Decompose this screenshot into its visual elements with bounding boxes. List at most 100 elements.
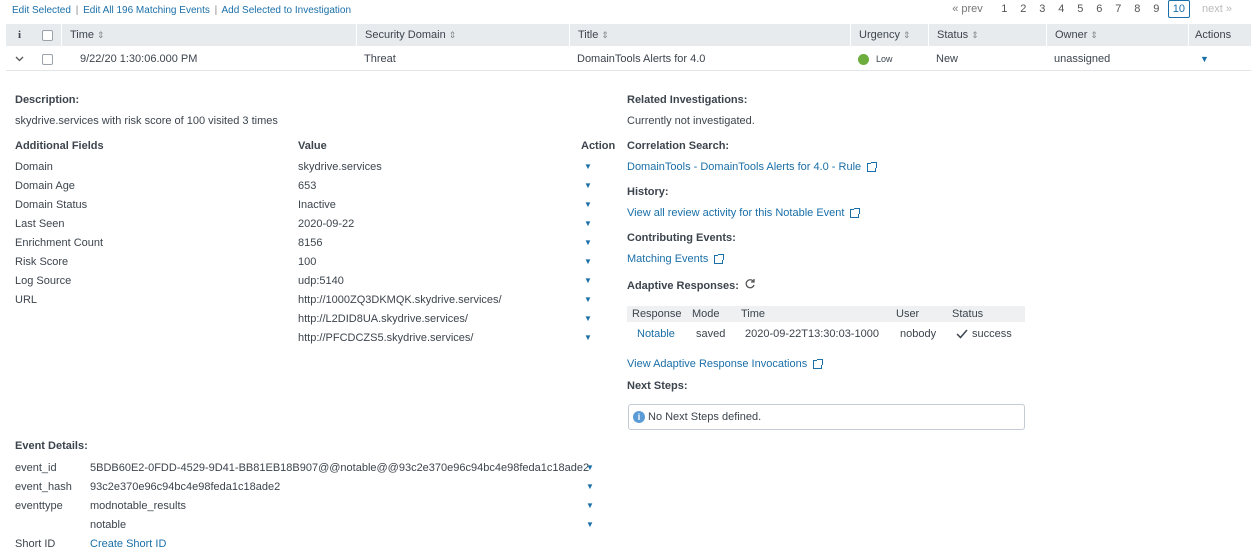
status-header-label: Status	[937, 29, 969, 41]
next-page-button: next »	[1202, 3, 1232, 15]
ar-response-link[interactable]: Notable	[627, 322, 687, 346]
field-value: http://L2DID8UA.skydrive.services/	[298, 313, 468, 325]
separator: |	[214, 5, 218, 16]
urgency-low-icon	[858, 54, 869, 66]
description-label: Description:	[15, 94, 80, 106]
field-action-dropdown-icon[interactable]: ▼	[584, 200, 592, 209]
field-action-dropdown-icon[interactable]: ▼	[584, 314, 592, 323]
owner-column-header[interactable]: Owner ⇕	[1046, 24, 1188, 46]
event-field-action-dropdown-icon[interactable]: ▼	[586, 501, 594, 510]
page-1-button[interactable]: 1	[995, 0, 1014, 18]
table-row: 9/22/20 1:30:06.000 PM Threat DomainTool…	[6, 47, 1251, 71]
correlation-search-link[interactable]: DomainTools - DomainTools Alerts for 4.0…	[627, 161, 878, 173]
action-header: Action	[581, 140, 616, 152]
ar-user: nobody	[900, 328, 937, 340]
external-link-icon	[867, 161, 878, 172]
field-value: 100	[298, 256, 317, 268]
field-action-dropdown-icon[interactable]: ▼	[584, 257, 592, 266]
history-link[interactable]: View all review activity for this Notabl…	[627, 207, 861, 219]
row-title: DomainTools Alerts for 4.0	[577, 53, 706, 65]
refresh-icon[interactable]	[744, 278, 756, 293]
field-action-dropdown-icon[interactable]: ▼	[584, 333, 592, 342]
edit-all-link[interactable]: Edit All 196 Matching Events	[83, 5, 210, 16]
event-field-name: event_hash	[15, 481, 72, 493]
row-security-domain: Threat	[364, 53, 396, 65]
field-value: skydrive.services	[298, 161, 382, 173]
page-5-button[interactable]: 5	[1071, 0, 1090, 18]
next-steps-text: No Next Steps defined.	[648, 411, 762, 423]
field-action-dropdown-icon[interactable]: ▼	[584, 276, 592, 285]
sort-icon: ⇕	[902, 30, 911, 40]
page-6-button[interactable]: 6	[1090, 0, 1109, 18]
owner-header-label: Owner	[1055, 29, 1088, 41]
field-action-dropdown-icon[interactable]: ▼	[584, 219, 592, 228]
page-2-button[interactable]: 2	[1014, 0, 1033, 18]
short-id-label: Short ID	[15, 538, 56, 550]
event-field-value: 93c2e370e96c94bc4e98feda1c18ade2	[90, 481, 281, 493]
ar-status: success	[947, 322, 1025, 346]
field-value: http://PFCDCZS5.skydrive.services/	[298, 332, 474, 344]
row-urgency[interactable]: Low	[850, 47, 928, 71]
view-invocations-link[interactable]: View Adaptive Response Invocations	[627, 358, 824, 370]
select-all-cell	[33, 24, 61, 46]
create-short-id-link[interactable]: Create Short ID	[90, 538, 166, 550]
field-value: 8156	[298, 237, 323, 249]
field-action-dropdown-icon[interactable]: ▼	[584, 162, 592, 171]
page-10-button-current[interactable]: 10	[1167, 0, 1191, 18]
event-field-name: eventtype	[15, 500, 63, 512]
select-all-checkbox[interactable]	[41, 29, 53, 41]
field-action-dropdown-icon[interactable]: ▼	[584, 295, 592, 304]
row-status[interactable]: New	[928, 47, 1046, 71]
matching-events-link-text: Matching Events	[627, 253, 709, 265]
event-field-action-dropdown-icon[interactable]: ▼	[586, 520, 594, 529]
event-field-value: modnotable_results	[90, 500, 187, 512]
history-label: History:	[627, 186, 669, 198]
edit-selected-link[interactable]: Edit Selected	[12, 5, 71, 16]
event-field-action-dropdown-icon[interactable]: ▼	[586, 463, 594, 472]
event-field-name: event_id	[15, 462, 57, 474]
page-3-button[interactable]: 3	[1033, 0, 1052, 18]
row-checkbox[interactable]	[41, 53, 53, 65]
bulk-actions-bar: Edit Selected | Edit All 196 Matching Ev…	[12, 5, 351, 16]
field-name: Domain Age	[15, 180, 75, 192]
history-link-text: View all review activity for this Notabl…	[627, 207, 845, 219]
prev-page-button[interactable]: « prev	[948, 0, 987, 18]
info-column-header: i	[17, 29, 22, 41]
checkmark-icon	[956, 329, 968, 339]
collapse-chevron-icon[interactable]	[6, 47, 33, 71]
security-domain-column-header[interactable]: Security Domain ⇕	[356, 24, 569, 46]
view-invocations-link-text: View Adaptive Response Invocations	[627, 358, 808, 370]
page-7-button[interactable]: 7	[1109, 0, 1128, 18]
caret-down-icon: ▼	[1200, 54, 1209, 64]
matching-events-link[interactable]: Matching Events	[627, 253, 725, 265]
table-header: i Time ⇕ Security Domain ⇕ Title ⇕ Urgency ⇕…	[6, 24, 1251, 46]
ar-time: 2020-09-22T13:30:03-1000	[745, 328, 879, 340]
page-4-button[interactable]: 4	[1052, 0, 1071, 18]
field-name: Domain Status	[15, 199, 88, 211]
row-owner[interactable]: unassigned	[1046, 47, 1188, 71]
pagination: « prev 1 2 3 4 5 6 7 8 9 10 next »	[948, 0, 1236, 18]
table-row: Notable saved 2020-09-22T13:30:03-1000 n…	[627, 322, 1025, 346]
status-column-header[interactable]: Status ⇕	[928, 24, 1046, 46]
correlation-search-link-text: DomainTools - DomainTools Alerts for 4.0…	[627, 161, 862, 173]
ar-header-status: Status	[952, 308, 984, 320]
page-8-button[interactable]: 8	[1128, 0, 1147, 18]
title-column-header[interactable]: Title ⇕	[569, 24, 850, 46]
field-value: http://1000ZQ3DKMQK.skydrive.services/	[298, 294, 502, 306]
field-name: Domain	[15, 161, 53, 173]
urgency-column-header[interactable]: Urgency ⇕	[850, 24, 928, 46]
sort-icon: ⇕	[601, 30, 609, 40]
time-column-header[interactable]: Time ⇕	[61, 24, 356, 46]
add-to-investigation-link[interactable]: Add Selected to Investigation	[221, 5, 351, 16]
page-9-button[interactable]: 9	[1147, 0, 1166, 18]
urgency-header-label: Urgency	[859, 29, 900, 41]
adaptive-responses-table: Response Mode Time User Status Notable s…	[627, 306, 1025, 346]
field-action-dropdown-icon[interactable]: ▼	[584, 238, 592, 247]
correlation-search-label: Correlation Search:	[627, 140, 730, 152]
event-field-value: notable	[90, 519, 127, 531]
external-link-icon	[850, 207, 861, 218]
field-action-dropdown-icon[interactable]: ▼	[584, 181, 592, 190]
row-actions-dropdown[interactable]: ▼	[1188, 47, 1251, 71]
event-field-value: 5BDB60E2-0FDD-4529-9D41-BB81EB18B907@@no…	[90, 462, 590, 474]
event-field-action-dropdown-icon[interactable]: ▼	[586, 482, 594, 491]
